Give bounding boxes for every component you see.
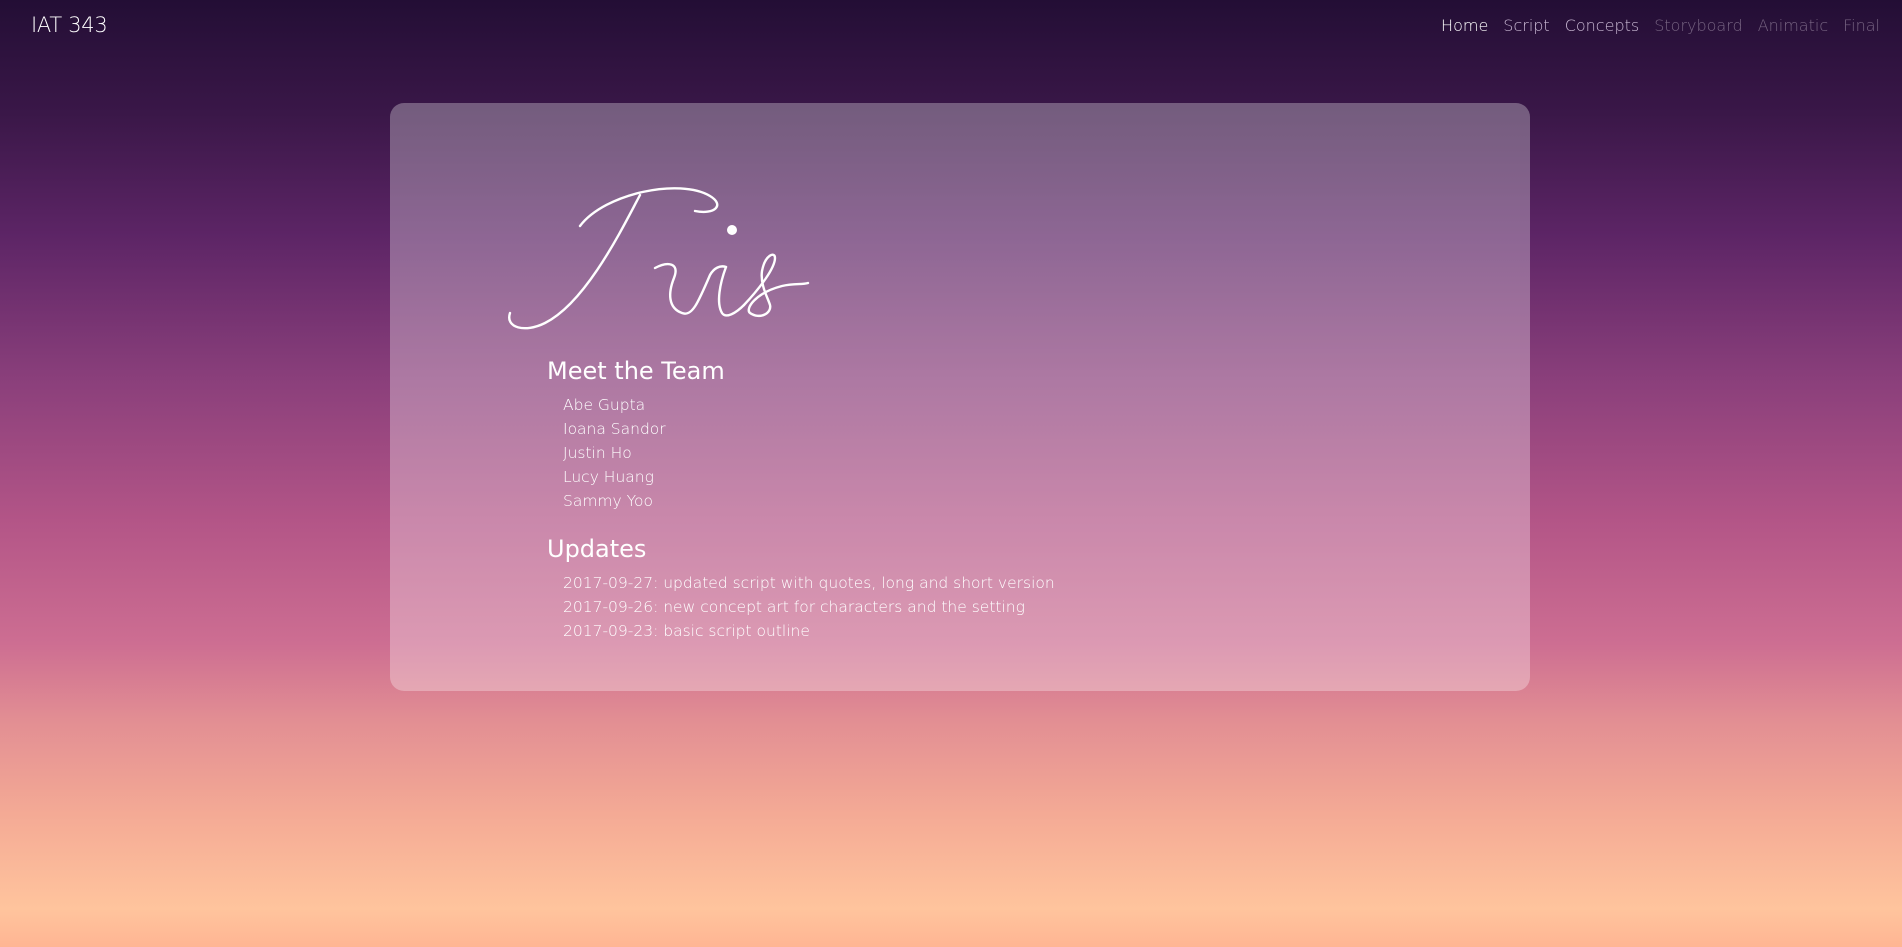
nav-home[interactable]: Home [1441, 16, 1488, 35]
nav-storyboard: Storyboard [1654, 16, 1743, 35]
nav-final: Final [1843, 16, 1880, 35]
team-list: Abe Gupta Ioana Sandor Justin Ho Lucy Hu… [563, 393, 666, 513]
team-member: Justin Ho [563, 444, 632, 462]
updates-list: 2017-09-27: updated script with quotes, … [563, 571, 1055, 643]
update-item: 2017-09-27: updated script with quotes, … [563, 574, 1055, 592]
nav-concepts[interactable]: Concepts [1565, 16, 1640, 35]
update-item: 2017-09-26: new concept art for characte… [563, 598, 1025, 616]
iris-logo [508, 187, 810, 330]
updates-heading: Updates [547, 535, 647, 563]
team-member: Sammy Yoo [563, 492, 654, 510]
content-card: Meet the Team Abe Gupta Ioana Sandor Jus… [390, 103, 1530, 691]
team-heading: Meet the Team [547, 357, 725, 385]
update-item: 2017-09-23: basic script outline [563, 622, 810, 640]
brand-link[interactable]: IAT 343 [31, 13, 108, 37]
top-nav: Home Script Concepts Storyboard Animatic… [1441, 16, 1880, 35]
nav-script[interactable]: Script [1503, 16, 1549, 35]
nav-animatic: Animatic [1757, 16, 1829, 35]
team-member: Abe Gupta [563, 396, 646, 414]
team-member: Ioana Sandor [563, 420, 666, 438]
team-member: Lucy Huang [563, 468, 654, 486]
